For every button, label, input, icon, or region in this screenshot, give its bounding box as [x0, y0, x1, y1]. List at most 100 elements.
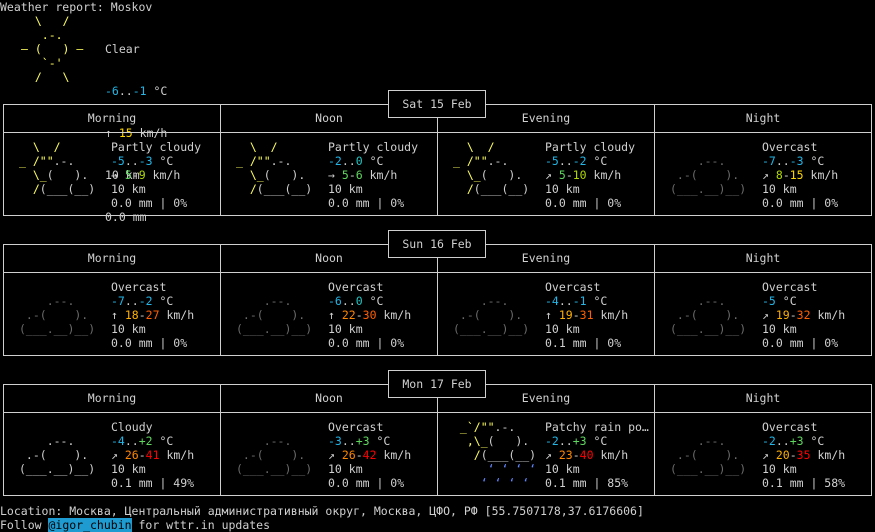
visibility: 10 km — [762, 182, 797, 196]
temp-high: -3 — [789, 154, 804, 168]
temp-unit: °C — [152, 154, 174, 168]
overcast-icon: .--. .-( ). (___.__)__) — [19, 294, 96, 336]
visibility: 10 km — [545, 462, 580, 476]
condition-label: Overcast — [545, 280, 601, 294]
forecast-day: Morning .--. .-( ). (___.__)__) Overcast -7… — [3, 230, 872, 356]
follow-suffix: for wttr.in updates — [131, 518, 271, 532]
forecast-info: Overcast -7..-3 °C ↗ 8-15 km/h 10 km 0.0 mm … — [762, 140, 839, 210]
forecast-day: Morning .--. .-( ). (___.__)__) Cloudy -4..… — [3, 370, 872, 496]
cloudy-icon: .--. .-( ). (___.__)__) — [19, 434, 96, 476]
temp-low: -4 — [545, 294, 559, 308]
visibility: 10 km — [762, 462, 797, 476]
period-label: Night — [745, 251, 781, 265]
wind-unit: km/h — [159, 448, 195, 462]
forecast-cell: _`/"".-. ,\_( ). /(___(__) ‘ ‘ ‘ ‘ ‘ ‘ ‘… — [438, 420, 654, 490]
forecast-info: Overcast -7..-2 °C ↑ 18-27 km/h 10 km 0.0 mm… — [111, 280, 195, 350]
wind-unit: km/h — [159, 308, 195, 322]
temp-range-sep: .. — [341, 294, 356, 308]
forecast-info: Partly cloudy -2..0 °C → 5-6 km/h 10 km 0.0 … — [328, 140, 419, 210]
precipitation: 0.1 mm | 49% — [111, 476, 195, 490]
wind-direction-icon: ↑ — [328, 308, 335, 322]
wind-direction-icon: ↗ — [762, 448, 769, 462]
wind-unit: km/h — [810, 448, 846, 462]
forecast-cell: .--. .-( ). (___.__)__) Overcast -7..-3 °C ↗… — [655, 140, 871, 210]
wind-direction-icon: ↗ — [762, 308, 769, 322]
wind-high: 40 — [579, 448, 594, 462]
temp-low: -3 — [328, 434, 342, 448]
visibility: 10 km — [111, 182, 146, 196]
wind-unit: km/h — [593, 448, 629, 462]
forecast-info: Overcast -4..-1 °C ↑ 19-31 km/h 10 km 0.1 mm… — [545, 280, 629, 350]
period-label: Morning — [87, 251, 137, 265]
condition-label: Overcast — [762, 420, 818, 434]
precipitation: 0.1 mm | 58% — [762, 476, 846, 490]
overcast-icon: .--. .-( ). (___.__)__) — [236, 294, 313, 336]
condition-label: Overcast — [328, 280, 384, 294]
wind-low: 26 — [341, 448, 356, 462]
temp-unit: °C — [586, 154, 608, 168]
wind-unit: km/h — [810, 308, 846, 322]
twitter-link[interactable]: @igor_chubin — [48, 518, 132, 532]
wind-direction-icon: ↗ — [328, 448, 335, 462]
wind-low: 23 — [558, 448, 573, 462]
forecast-info: Partly cloudy -5..-3 °C → 5-9 km/h 10 km 0.0… — [111, 140, 202, 210]
wind-unit: km/h — [803, 168, 839, 182]
patchy-rain-icon: _`/"".-. ,\_( ). /(___(__) ‘ ‘ ‘ ‘ ‘ ‘ ‘… — [453, 420, 537, 490]
wind-low: 26 — [124, 448, 139, 462]
temp-unit: °C — [803, 434, 825, 448]
temp-high: 0 — [355, 294, 363, 308]
condition-label: Overcast — [762, 280, 818, 294]
temp-low: -5 — [762, 294, 776, 308]
condition-label: Partly cloudy — [111, 140, 202, 154]
condition-label: Overcast — [328, 420, 384, 434]
precipitation: 0.1 mm | 0% — [545, 336, 622, 350]
visibility: 10 km — [328, 182, 363, 196]
forecast-cell: \ / _ /"".-. \_( ). /(___(__) Partly cloud… — [4, 140, 220, 210]
forecast-cell: \ / _ /"".-. \_( ). /(___(__) Partly cloud… — [221, 140, 437, 210]
wind-high: 31 — [579, 308, 594, 322]
temp-range-sep: .. — [558, 294, 573, 308]
wind-low: 18 — [124, 308, 139, 322]
wind-direction-icon: ↗ — [111, 448, 118, 462]
temp-unit: °C — [775, 294, 797, 308]
wind-unit: km/h — [586, 168, 622, 182]
wind-low: 5 — [558, 168, 566, 182]
wind-high: 41 — [145, 448, 160, 462]
temp-range-sep: .. — [124, 434, 139, 448]
temp-low: -5 — [545, 154, 559, 168]
day-date-label: Sat 15 Feb — [388, 90, 486, 118]
overcast-icon: .--. .-( ). (___.__)__) — [670, 294, 747, 336]
visibility: 10 km — [762, 322, 797, 336]
visibility: 10 km — [545, 322, 580, 336]
temp-high: -1 — [572, 294, 587, 308]
forecast-cell: .--. .-( ). (___.__)__) Overcast -7..-2 °C ↑… — [4, 280, 220, 350]
wind-unit: km/h — [362, 168, 398, 182]
wind-direction-icon: → — [328, 168, 335, 182]
temp-range-sep: .. — [341, 154, 356, 168]
forecast-cell: .--. .-( ). (___.__)__) Overcast -6..0 °C ↑ … — [221, 280, 437, 350]
condition-label: Overcast — [762, 140, 818, 154]
precipitation: 0.0 mm | 0% — [328, 336, 405, 350]
precipitation: 0.0 mm | 0% — [328, 196, 405, 210]
forecast-cell: .--. .-( ). (___.__)__) Overcast -2..+3 °C ↗… — [655, 420, 871, 490]
visibility: 10 km — [111, 322, 146, 336]
temp-high: +3 — [572, 434, 587, 448]
wind-high: 9 — [138, 168, 146, 182]
temp-high: -3 — [138, 154, 153, 168]
visibility: 10 km — [111, 462, 146, 476]
forecast-table: Morning \ / _ /"".-. \_( ). /(___(__) Part… — [3, 104, 872, 216]
temp-range-sep: .. — [558, 154, 573, 168]
temp-range-sep: .. — [124, 294, 139, 308]
temp-low: -2 — [545, 434, 559, 448]
forecast-table: Morning .--. .-( ). (___.__)__) Overcast -7… — [3, 244, 872, 356]
forecast-info: Overcast -2..+3 °C ↗ 20-35 km/h 10 km 0.1 mm… — [762, 420, 846, 490]
forecast-cell: .--. .-( ). (___.__)__) Overcast -5 °C ↗ 19-… — [655, 280, 871, 350]
partly-cloudy-icon: \ / _ /"".-. \_( ). /(___(__) — [236, 140, 313, 196]
day-date-label: Sun 16 Feb — [388, 230, 486, 258]
report-title: Weather report: Moskov — [0, 0, 153, 14]
temp-low: -5 — [111, 154, 125, 168]
precipitation: 0.0 mm | 0% — [762, 336, 839, 350]
follow-prefix: Follow — [0, 518, 49, 532]
temp-high: -2 — [138, 294, 153, 308]
location-line: Location: Москва, Центральный администра… — [0, 504, 644, 518]
